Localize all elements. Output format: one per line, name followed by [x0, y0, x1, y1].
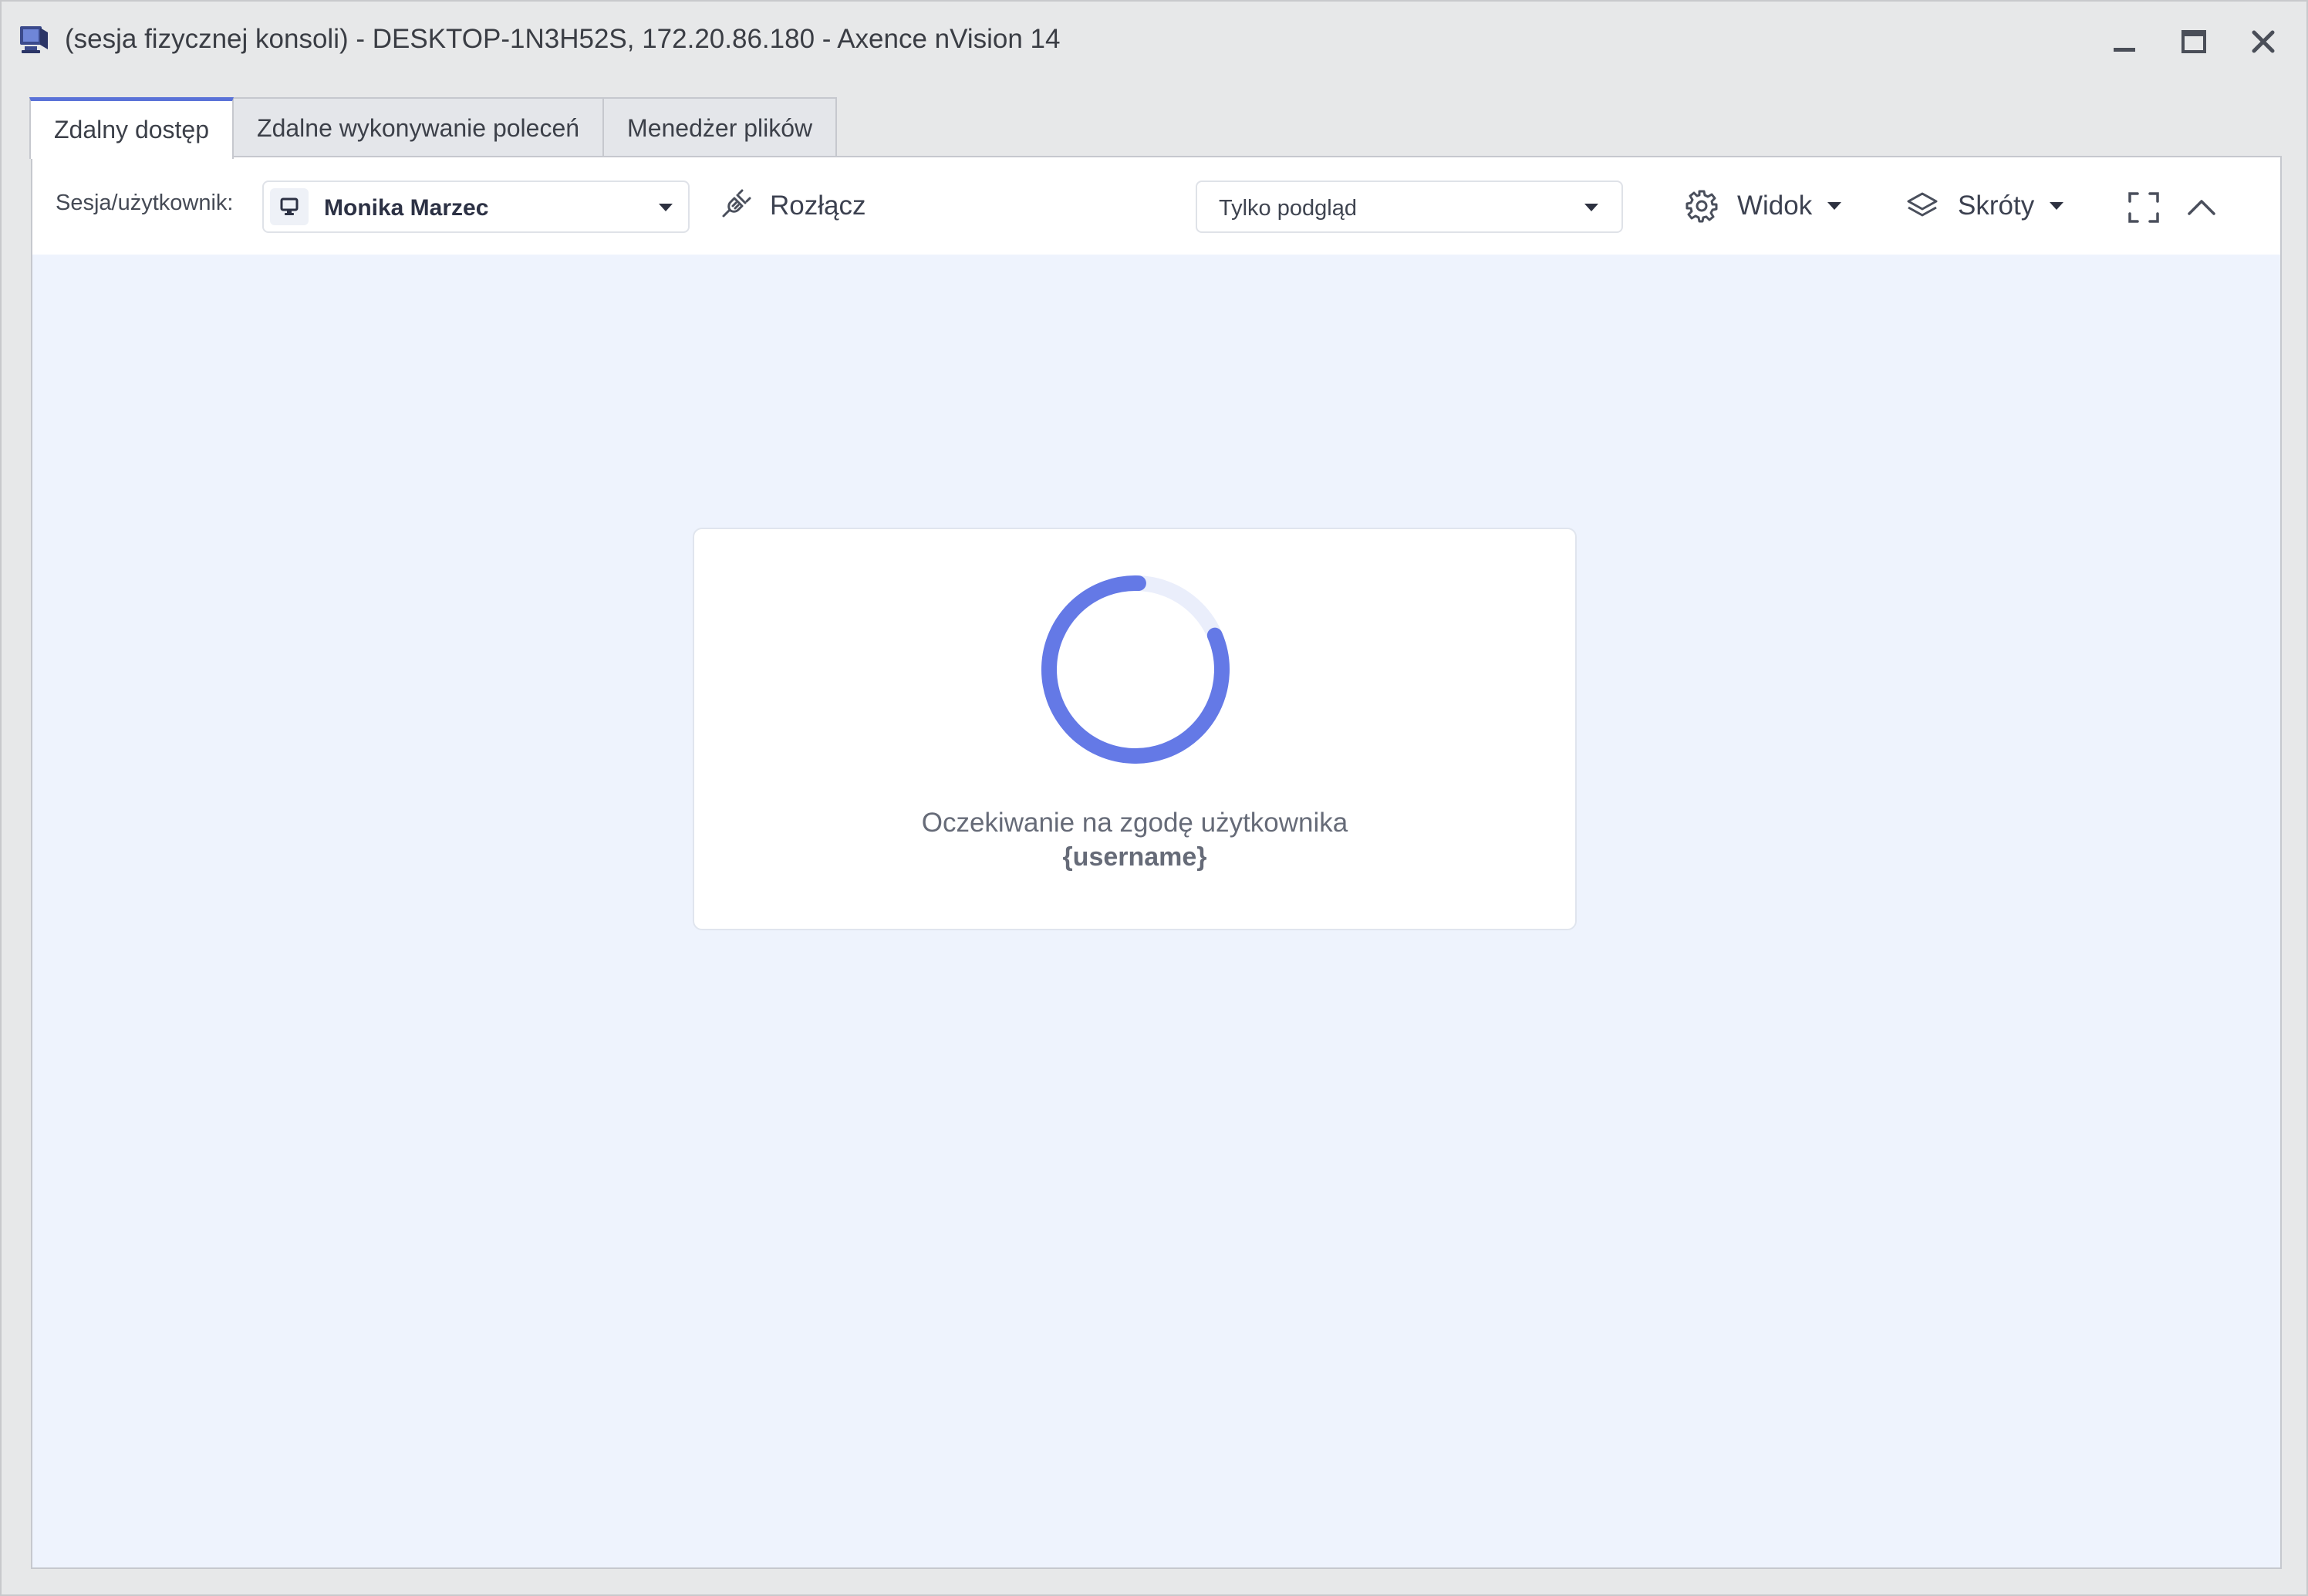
chevron-down-icon	[659, 204, 673, 211]
tab-label: Menedżer plików	[627, 113, 813, 142]
access-mode-value: Tylko podgląd	[1219, 196, 1357, 221]
chevron-down-icon	[1584, 204, 1598, 211]
disconnect-label: Rozłącz	[770, 191, 866, 221]
tab-bar: Zdalny dostęp Zdalne wykonywanie poleceń…	[29, 97, 838, 159]
tab-label: Zdalne wykonywanie poleceń	[257, 113, 580, 142]
chevron-down-icon	[1827, 202, 1842, 210]
chevron-up-icon[interactable]	[2182, 188, 2221, 227]
access-mode-select[interactable]: Tylko podgląd	[1196, 181, 1623, 233]
app-window: (sesja fizycznej konsoli) - DESKTOP-1N3H…	[0, 0, 2308, 1596]
view-label: Widok	[1737, 191, 1813, 221]
shortcuts-label: Skróty	[1958, 191, 2035, 221]
waiting-message: Oczekiwanie na zgodę użytkownika	[921, 808, 1348, 838]
session-user-select[interactable]: Monika Marzec	[262, 181, 690, 233]
gear-icon	[1685, 189, 1719, 223]
maximize-icon[interactable]	[2175, 23, 2212, 60]
disconnect-button[interactable]: Rozłącz	[717, 177, 866, 235]
tab-remote-commands[interactable]: Zdalne wykonywanie poleceń	[232, 97, 605, 157]
tab-remote-access[interactable]: Zdalny dostęp	[29, 97, 235, 159]
chevron-down-icon	[2050, 202, 2064, 210]
unplug-icon	[717, 189, 751, 223]
waiting-username: {username}	[1062, 842, 1207, 872]
window-title: (sesja fizycznej konsoli) - DESKTOP-1N3H…	[65, 24, 1061, 54]
toolbar: Sesja/użytkownik: Monika Marzec Rozłącz …	[32, 157, 2280, 255]
minimize-icon[interactable]	[2106, 23, 2143, 60]
tab-file-manager[interactable]: Menedżer plików	[602, 97, 838, 157]
close-icon[interactable]	[2245, 23, 2282, 60]
session-label: Sesja/użytkownik:	[56, 191, 234, 215]
view-menu-button[interactable]: Widok	[1685, 177, 1842, 235]
remote-access-panel: Sesja/użytkownik: Monika Marzec Rozłącz …	[31, 156, 2282, 1569]
waiting-for-consent-card: Oczekiwanie na zgodę użytkownika {userna…	[693, 528, 1577, 930]
loading-spinner	[1041, 575, 1230, 764]
layers-icon	[1905, 189, 1939, 223]
monitor-app-icon	[17, 22, 52, 57]
fullscreen-icon[interactable]	[2124, 188, 2163, 227]
monitor-icon	[270, 188, 309, 225]
session-user-value: Monika Marzec	[324, 195, 489, 221]
shortcuts-menu-button[interactable]: Skróty	[1905, 177, 2064, 235]
title-bar[interactable]: (sesja fizycznej konsoli) - DESKTOP-1N3H…	[2, 2, 2306, 82]
tab-label: Zdalny dostęp	[54, 116, 210, 143]
